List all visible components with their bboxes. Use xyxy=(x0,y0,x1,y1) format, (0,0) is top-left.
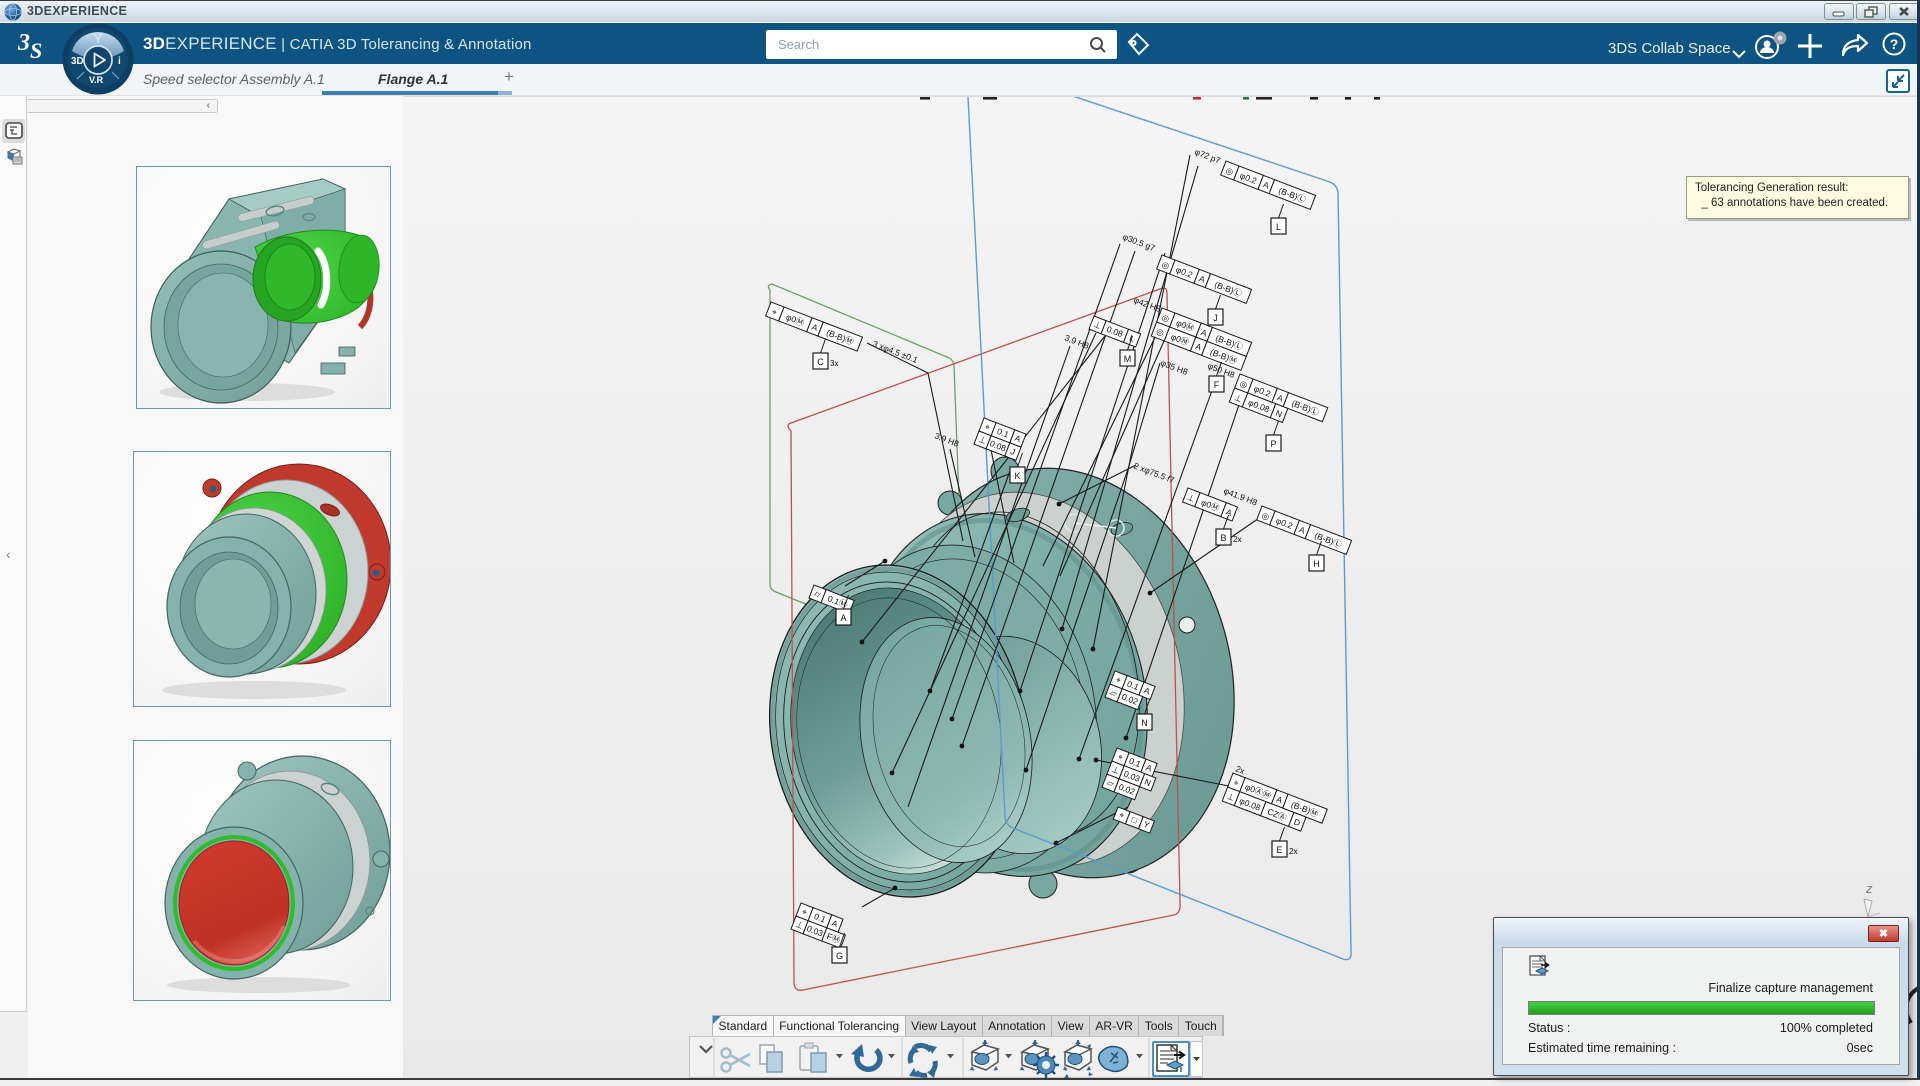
svg-text:P: P xyxy=(1270,439,1276,449)
svg-text:M: M xyxy=(1124,354,1132,364)
svg-text:H: H xyxy=(1313,559,1320,569)
svg-text:z: z xyxy=(1865,881,1873,896)
svg-text:S: S xyxy=(30,38,42,60)
svg-text:φ30.5 g7: φ30.5 g7 xyxy=(1121,232,1156,254)
svg-text:φ72 p7: φ72 p7 xyxy=(1193,147,1222,166)
svg-text:E: E xyxy=(1276,845,1282,855)
svg-text:2 xφ75.5 f7: 2 xφ75.5 f7 xyxy=(1132,461,1176,486)
svg-text:3: 3 xyxy=(17,30,30,56)
svg-text:φ42 H8: φ42 H8 xyxy=(1132,295,1162,315)
svg-text:K: K xyxy=(1014,471,1020,481)
svg-text:2x: 2x xyxy=(1289,847,1297,856)
svg-text:2x: 2x xyxy=(1233,535,1241,544)
svg-text:3D: 3D xyxy=(71,56,84,67)
svg-text:3.9 H8: 3.9 H8 xyxy=(1063,333,1090,351)
svg-text:C: C xyxy=(817,357,824,367)
svg-text:i: i xyxy=(118,56,121,67)
svg-text:3x: 3x xyxy=(830,359,838,368)
svg-text:V.R: V.R xyxy=(89,75,104,85)
svg-text:F: F xyxy=(1214,380,1220,390)
svg-text:N: N xyxy=(1141,718,1148,728)
svg-text:?: ? xyxy=(1890,36,1899,52)
svg-text:J: J xyxy=(1213,313,1218,323)
svg-text:L: L xyxy=(1276,222,1281,232)
svg-text:B: B xyxy=(1220,533,1226,543)
svg-text:A: A xyxy=(840,613,846,623)
svg-text:G: G xyxy=(836,951,843,961)
svg-text:φ35 H8: φ35 H8 xyxy=(1159,358,1189,378)
